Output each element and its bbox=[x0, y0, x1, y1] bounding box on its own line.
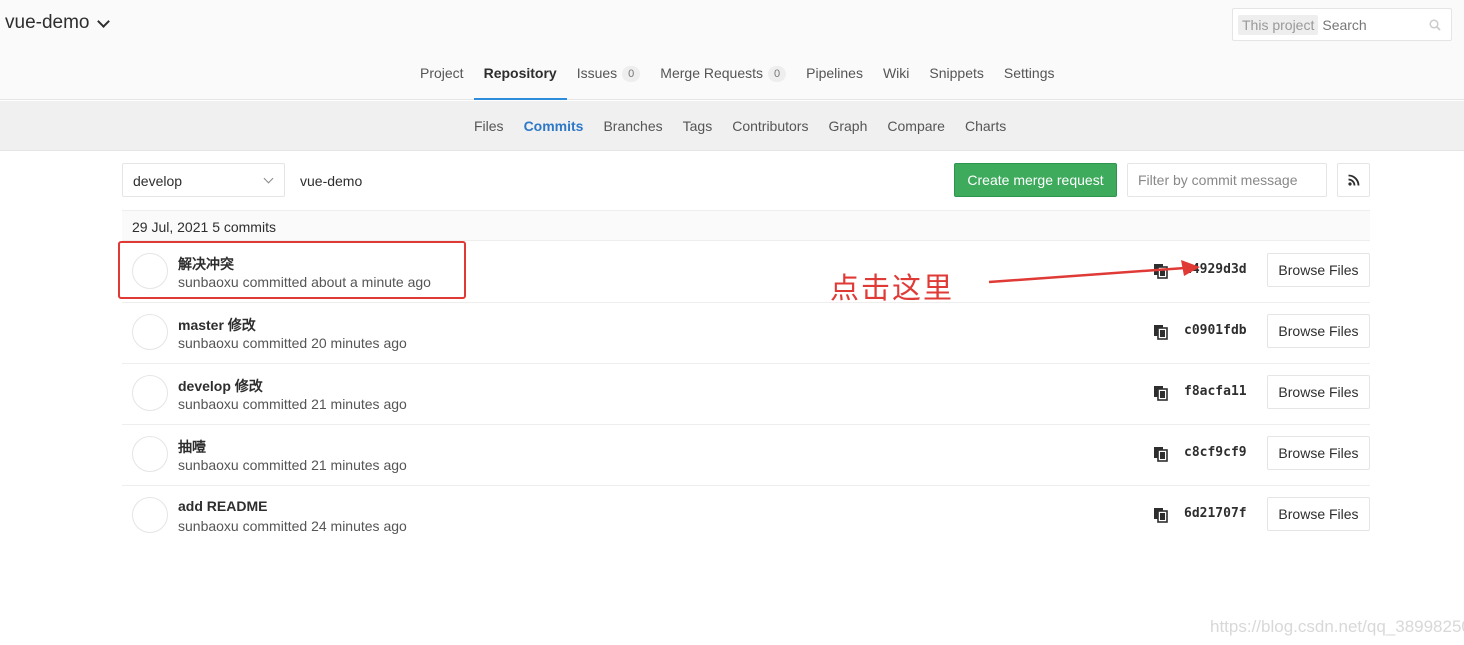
project-name: vue-demo bbox=[5, 12, 90, 33]
avatar[interactable] bbox=[132, 314, 168, 350]
rss-button[interactable] bbox=[1337, 163, 1370, 197]
subtab-branches[interactable]: Branches bbox=[593, 101, 672, 151]
chevron-down-icon bbox=[96, 14, 110, 28]
subtab-commits[interactable]: Commits bbox=[514, 101, 594, 151]
commit-meta: sunbaoxu committed 21 minutes ago bbox=[178, 457, 407, 473]
commit-title[interactable]: master 修改 bbox=[178, 315, 256, 335]
commit-row: add README sunbaoxu committed 24 minutes… bbox=[122, 486, 1370, 547]
browse-files-button[interactable]: Browse Files bbox=[1267, 314, 1370, 348]
commit-row: master 修改 sunbaoxu committed 20 minutes … bbox=[122, 303, 1370, 364]
arrow-right-icon bbox=[988, 260, 1200, 284]
commit-meta: sunbaoxu committed 24 minutes ago bbox=[178, 518, 407, 534]
commit-title[interactable]: develop 修改 bbox=[178, 376, 263, 396]
browse-files-button[interactable]: Browse Files bbox=[1267, 497, 1370, 531]
branch-select-value: develop bbox=[133, 173, 183, 189]
commit-meta: sunbaoxu committed 20 minutes ago bbox=[178, 335, 407, 351]
subtab-compare[interactable]: Compare bbox=[877, 101, 955, 151]
project-switcher[interactable]: vue-demo bbox=[5, 12, 110, 34]
commit-sha[interactable]: f8acfa11 bbox=[1184, 384, 1247, 399]
commit-sha[interactable]: c8cf9cf9 bbox=[1184, 445, 1247, 460]
avatar[interactable] bbox=[132, 375, 168, 411]
annotation-text: 点击这里 bbox=[830, 271, 955, 305]
commit-sha[interactable]: 6d21707f bbox=[1184, 506, 1247, 521]
branch-select[interactable]: develop bbox=[122, 163, 285, 197]
tab-project[interactable]: Project bbox=[410, 52, 474, 100]
browse-files-button[interactable]: Browse Files bbox=[1267, 375, 1370, 409]
create-merge-request-button[interactable]: Create merge request bbox=[954, 163, 1117, 197]
chevron-down-icon bbox=[263, 173, 274, 184]
top-header: vue-demo This project Project Repository… bbox=[0, 0, 1464, 100]
tab-issues[interactable]: Issues 0 bbox=[567, 52, 651, 100]
avatar[interactable] bbox=[132, 436, 168, 472]
commit-meta: sunbaoxu committed 21 minutes ago bbox=[178, 396, 407, 412]
search-input[interactable] bbox=[1322, 16, 1423, 33]
avatar[interactable] bbox=[132, 497, 168, 533]
copy-icon[interactable] bbox=[1153, 385, 1169, 401]
rss-icon bbox=[1347, 174, 1359, 186]
subtab-graph[interactable]: Graph bbox=[818, 101, 877, 151]
copy-icon[interactable] bbox=[1153, 507, 1169, 523]
tab-pipelines[interactable]: Pipelines bbox=[796, 52, 873, 100]
sub-nav: Files Commits Branches Tags Contributors… bbox=[0, 101, 1464, 151]
copy-icon[interactable] bbox=[1153, 324, 1169, 340]
commit-row: develop 修改 sunbaoxu committed 21 minutes… bbox=[122, 364, 1370, 425]
subtab-files[interactable]: Files bbox=[464, 101, 514, 151]
main-nav: Project Repository Issues 0 Merge Request… bbox=[410, 52, 1064, 100]
search-icon bbox=[1429, 19, 1441, 31]
tab-repository[interactable]: Repository bbox=[473, 52, 567, 100]
subtab-tags[interactable]: Tags bbox=[673, 101, 723, 151]
commit-day-header: 29 Jul, 2021 5 commits bbox=[122, 210, 1370, 241]
search-scope-chip[interactable]: This project bbox=[1238, 14, 1319, 35]
browse-files-button[interactable]: Browse Files bbox=[1267, 253, 1370, 287]
browse-files-button[interactable]: Browse Files bbox=[1267, 436, 1370, 470]
commit-sha[interactable]: c0901fdb bbox=[1184, 323, 1247, 338]
tab-merge-requests[interactable]: Merge Requests 0 bbox=[650, 52, 796, 100]
commit-count: 5 commits bbox=[212, 219, 276, 235]
watermark: https://blog.csdn.net/qq_38998250 bbox=[1210, 617, 1464, 636]
subtab-contributors[interactable]: Contributors bbox=[722, 101, 818, 151]
commit-filter-input[interactable] bbox=[1127, 163, 1327, 197]
tab-wiki[interactable]: Wiki bbox=[873, 52, 919, 100]
tab-settings[interactable]: Settings bbox=[994, 52, 1065, 100]
highlight-box-annotation bbox=[118, 241, 466, 299]
subtab-charts[interactable]: Charts bbox=[955, 101, 1016, 151]
path-breadcrumb[interactable]: vue-demo bbox=[300, 173, 362, 189]
merge-requests-count-badge: 0 bbox=[768, 66, 787, 82]
commit-title[interactable]: add README bbox=[178, 498, 267, 514]
copy-icon[interactable] bbox=[1153, 446, 1169, 462]
tab-snippets[interactable]: Snippets bbox=[919, 52, 993, 100]
search-box[interactable]: This project bbox=[1232, 8, 1452, 41]
commit-date: 29 Jul, 2021 bbox=[132, 219, 209, 235]
issues-count-badge: 0 bbox=[622, 66, 641, 82]
commit-row: 抽噎 sunbaoxu committed 21 minutes ago c8c… bbox=[122, 425, 1370, 486]
commit-title[interactable]: 抽噎 bbox=[178, 437, 206, 457]
